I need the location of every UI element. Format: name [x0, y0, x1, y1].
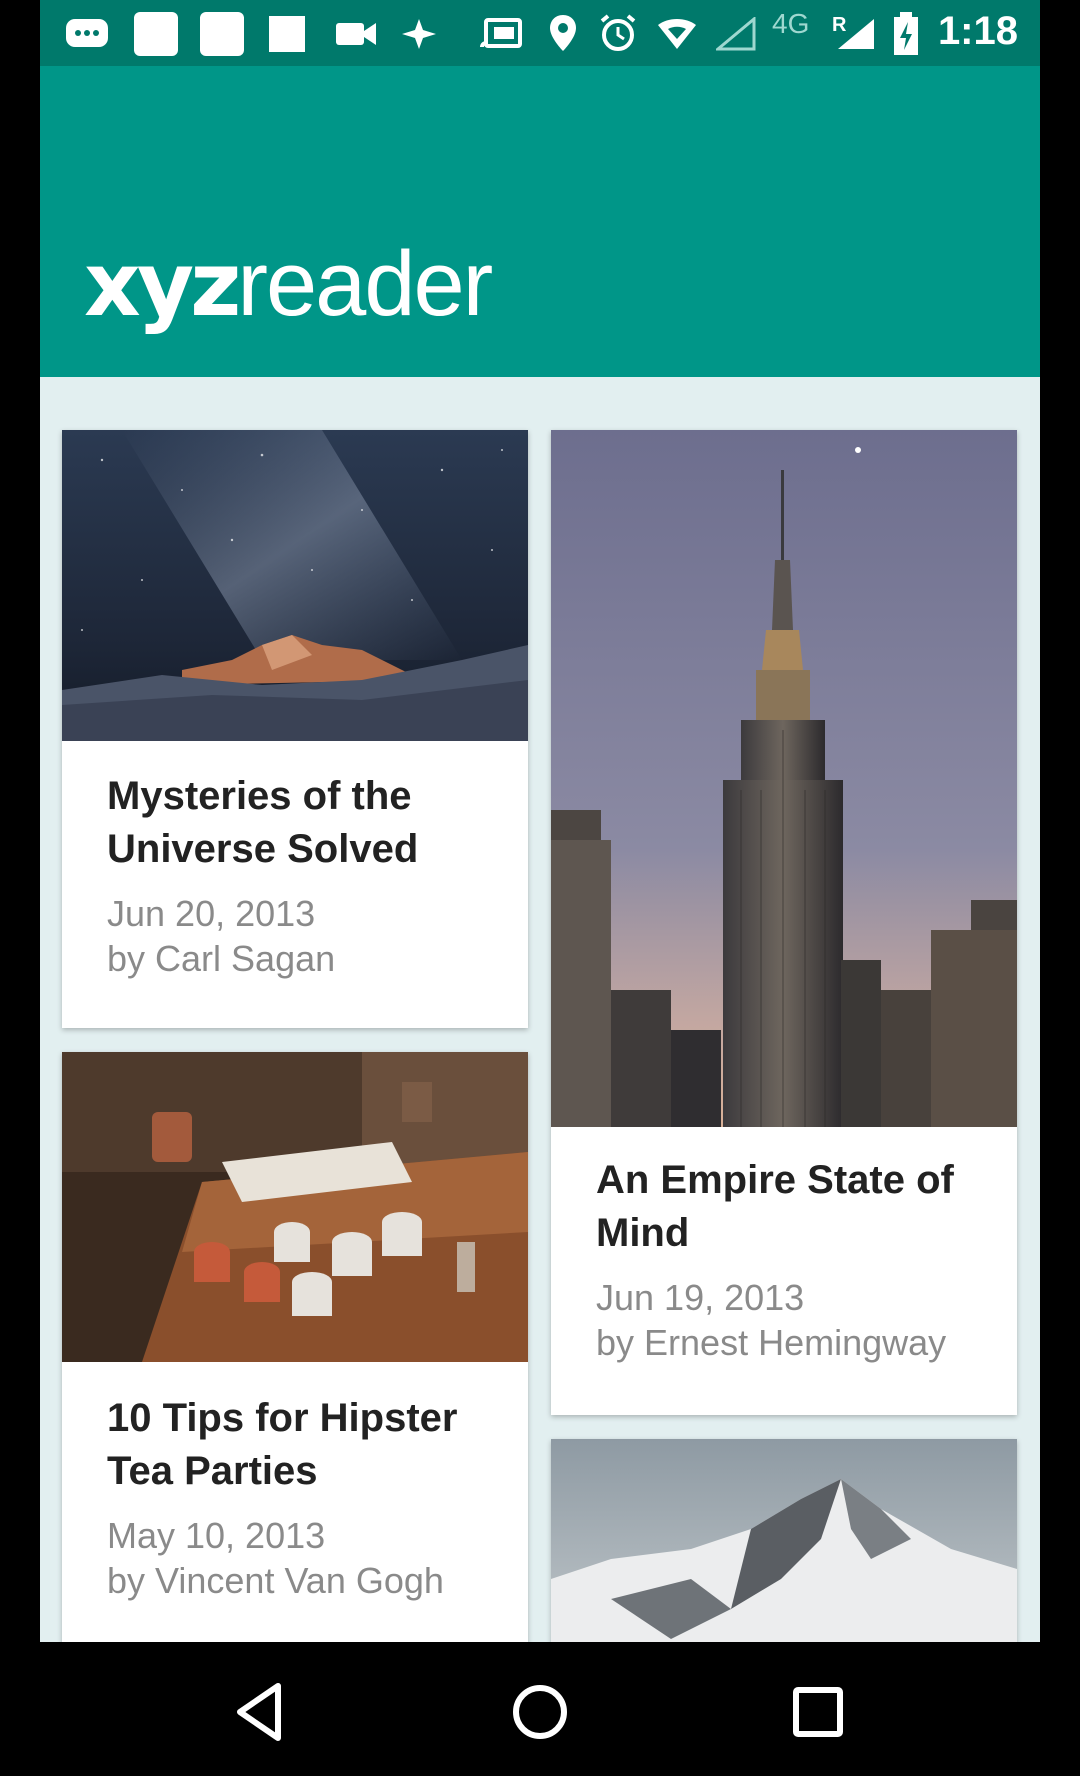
article-title: Mysteries of the Universe Solved	[107, 774, 419, 871]
article-title: 10 Tips for Hipster Tea Parties	[107, 1396, 458, 1493]
back-icon[interactable]	[222, 1672, 302, 1752]
video-icon	[336, 23, 376, 45]
status-bar: 4G R 1:18	[40, 0, 1040, 66]
wifi-icon	[658, 19, 696, 49]
article-author: by Ernest Hemingway	[596, 1322, 947, 1363]
article-date: Jun 19, 2013	[596, 1277, 805, 1318]
article-thumbnail	[551, 1439, 1017, 1642]
notification-icon	[134, 12, 178, 56]
article-date: Jun 20, 2013	[107, 893, 316, 934]
article-card[interactable]: Mysteries of the Universe Solved Jun 20,…	[62, 430, 528, 1028]
article-title: An Empire State of Mind	[596, 1158, 954, 1255]
article-card[interactable]: 10 Tips for Hipster Tea Parties May 10, …	[62, 1052, 528, 1642]
article-card[interactable]	[551, 1439, 1017, 1642]
notification-icon	[200, 12, 244, 56]
article-date: May 10, 2013	[107, 1515, 326, 1556]
logo-bold-text: xyz	[84, 233, 241, 336]
article-author: by Carl Sagan	[107, 938, 336, 979]
app-icon	[402, 19, 436, 49]
signal-icon	[838, 19, 874, 49]
clock: 1:18	[937, 9, 1018, 53]
article-thumbnail	[62, 1052, 528, 1362]
article-thumbnail	[551, 430, 1017, 1127]
location-icon	[550, 15, 576, 51]
signal-icon	[716, 17, 756, 51]
article-author: by Vincent Van Gogh	[107, 1560, 444, 1601]
recents-icon[interactable]	[778, 1672, 858, 1752]
messages-icon	[66, 19, 108, 47]
logo-light-text: reader	[237, 233, 493, 335]
app-logo: xyzreader	[84, 238, 493, 330]
article-thumbnail	[62, 430, 528, 741]
notification-icon	[269, 16, 305, 52]
cast-icon	[480, 18, 522, 48]
navigation-bar	[0, 1642, 1080, 1776]
article-card[interactable]: An Empire State of Mind Jun 19, 2013 by …	[551, 430, 1017, 1415]
battery-charging-icon	[894, 12, 918, 55]
alarm-icon	[600, 14, 636, 51]
network-type: 4G	[772, 8, 810, 39]
home-icon[interactable]	[500, 1672, 580, 1752]
app-bar: xyzreader	[40, 66, 1040, 377]
app-screen: 4G R 1:18 xyzreader Mysteries of the Uni…	[40, 0, 1040, 1642]
